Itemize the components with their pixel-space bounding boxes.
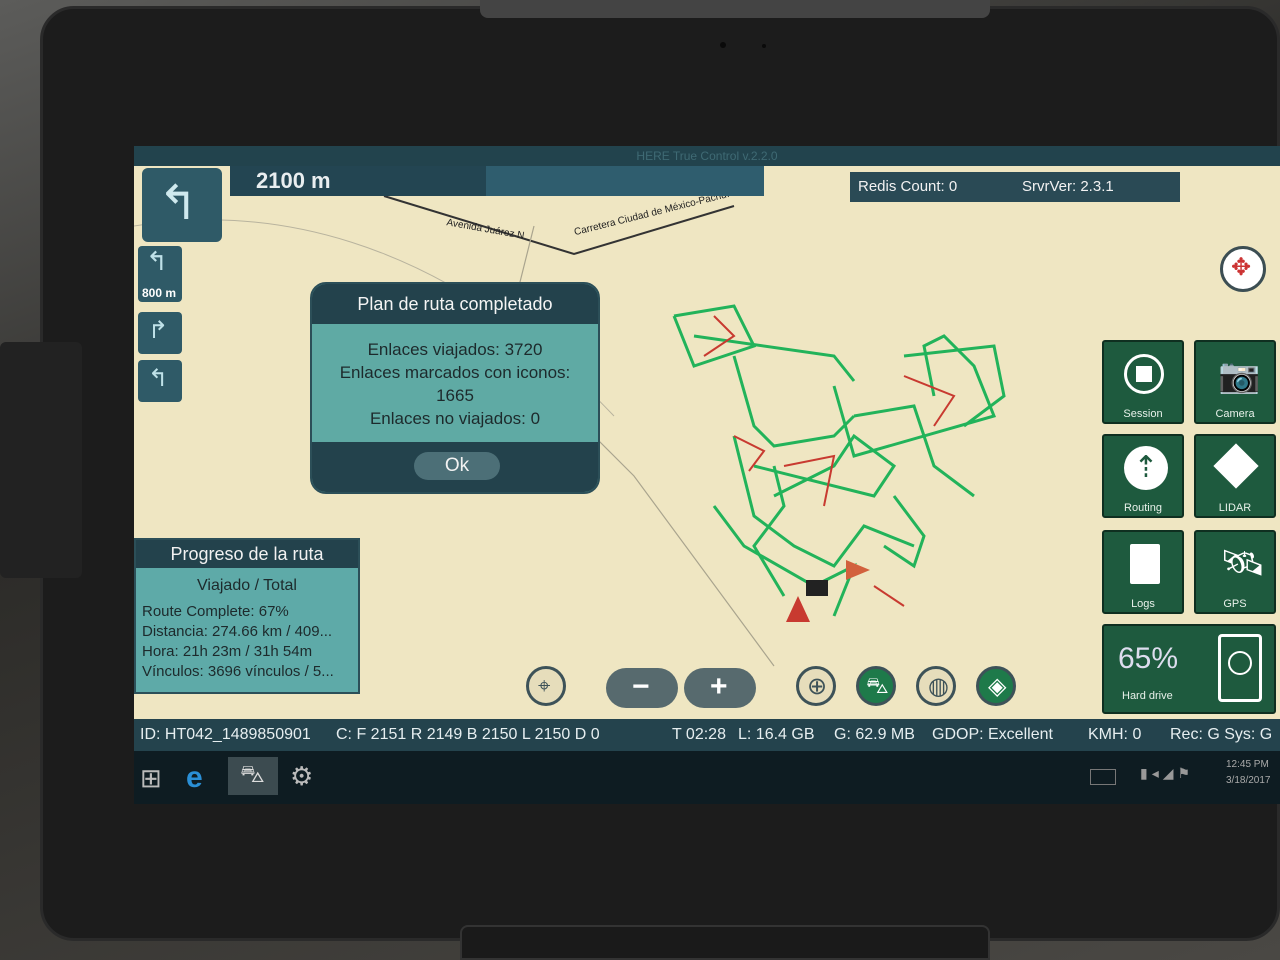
links-text: Vínculos: 3696 vínculos / 5... bbox=[142, 663, 334, 680]
capture-counts: C: F 2151 R 2149 B 2150 L 2150 D 0 bbox=[336, 726, 600, 743]
car-icon: ⛍ bbox=[866, 673, 889, 698]
stop-square-icon bbox=[1136, 366, 1152, 382]
tablet-mount-side-clip bbox=[0, 342, 82, 578]
hard-drive-icon bbox=[1218, 634, 1262, 702]
lidar-icon bbox=[1213, 443, 1259, 489]
globe-view-button[interactable]: ◍ bbox=[916, 666, 956, 706]
camera-tile[interactable]: 📷 Camera bbox=[1194, 340, 1276, 424]
vehicle-position-marker bbox=[846, 560, 870, 580]
route-progress-panel: Progreso de la ruta Viajado / Total Rout… bbox=[134, 538, 360, 694]
dialog-title: Plan de ruta completado bbox=[312, 284, 598, 324]
compass-button[interactable]: ✥ bbox=[1220, 246, 1266, 292]
next-turn-indicator: ↰ bbox=[142, 168, 222, 242]
hard-drive-label: Hard drive bbox=[1122, 690, 1173, 702]
upcoming-turn-1: ↰ 800 m bbox=[138, 246, 182, 302]
session-icon bbox=[1124, 354, 1164, 394]
location-pin-icon: ⌖ bbox=[538, 673, 551, 698]
status-bar: ID: HT042_1489850901 C: F 2151 R 2149 B … bbox=[134, 719, 1280, 751]
turn-right-arrow-icon: ↱ bbox=[148, 317, 169, 344]
tile-label: Session bbox=[1123, 408, 1163, 420]
gdop-status: GDOP: Excellent bbox=[932, 726, 1053, 743]
car-icon: ⛍ bbox=[240, 761, 265, 788]
map-layer-button[interactable]: ◈ bbox=[976, 666, 1016, 706]
system-tray-icons[interactable]: ▮◂◢⚑ bbox=[1140, 765, 1194, 782]
camera-icon: 📷 bbox=[1218, 357, 1261, 395]
sensor-dot bbox=[762, 44, 766, 48]
progress-title: Progreso de la ruta bbox=[136, 540, 358, 568]
turn-left-arrow-icon: ↰ bbox=[158, 177, 199, 230]
server-version: SrvrVer: 2.3.1 bbox=[1022, 178, 1114, 195]
distance-text: Distancia: 274.66 km / 409... bbox=[142, 623, 333, 640]
tile-label: Logs bbox=[1131, 598, 1155, 610]
tile-label: GPS bbox=[1223, 598, 1247, 610]
dialog-line: Enlaces marcados con iconos: bbox=[339, 363, 571, 382]
gps-storage: G: 62.9 MB bbox=[834, 726, 915, 743]
route-complete-text: Route Complete: 67% bbox=[142, 603, 289, 620]
redis-count: Redis Count: 0 bbox=[858, 178, 958, 195]
location-pin-button[interactable]: ⌖ bbox=[526, 666, 566, 706]
elapsed-time: T 02:28 bbox=[672, 726, 726, 743]
distance-banner: 2100 m bbox=[230, 166, 486, 196]
tablet-mount-top-clip bbox=[480, 0, 990, 18]
front-camera bbox=[720, 42, 726, 48]
tablet-screen: HERE True Control v.2.2.0 ✕ bbox=[134, 146, 1280, 804]
keyboard-icon[interactable] bbox=[1090, 769, 1116, 785]
internet-explorer-icon[interactable]: e bbox=[186, 761, 203, 795]
clock-time: 12:45 PM bbox=[1226, 759, 1269, 770]
turn-distance: 800 m bbox=[142, 286, 177, 300]
routing-tile[interactable]: ⇡ Routing bbox=[1102, 434, 1184, 518]
rec-sys-status: Rec: G Sys: G bbox=[1170, 726, 1273, 743]
lidar-storage: L: 16.4 GB bbox=[738, 726, 815, 743]
progress-subtitle: Viajado / Total bbox=[197, 577, 297, 594]
finish-flag-marker bbox=[806, 580, 828, 596]
layers-icon: ◈ bbox=[988, 673, 1007, 700]
route-traveled-lines bbox=[672, 304, 1006, 617]
zoom-in-button[interactable]: + bbox=[684, 668, 756, 708]
time-text: Hora: 21h 23m / 31h 54m bbox=[142, 643, 313, 660]
follow-vehicle-button[interactable]: ⛍ bbox=[856, 666, 896, 706]
start-flag-marker bbox=[786, 596, 810, 622]
settings-gear-icon[interactable]: ⚙ bbox=[290, 761, 313, 792]
globe-icon: ◍ bbox=[928, 673, 949, 700]
turn-left-arrow-icon: ↰ bbox=[146, 246, 168, 276]
tile-label: LIDAR bbox=[1218, 502, 1252, 514]
tablet-mount-bottom-clip bbox=[460, 925, 990, 960]
clock-date: 3/18/2017 bbox=[1226, 775, 1271, 786]
crosshair-icon: ⊕ bbox=[807, 673, 828, 700]
dialog-line: 1665 bbox=[436, 386, 474, 405]
windows-start-icon[interactable]: ⊞ bbox=[140, 763, 162, 794]
compass-icon: ✥ bbox=[1231, 254, 1252, 281]
disk-platter-icon bbox=[1228, 651, 1252, 675]
speed-kmh: KMH: 0 bbox=[1088, 726, 1142, 743]
turn-left-arrow-icon: ↰ bbox=[148, 365, 169, 392]
ok-button[interactable]: Ok bbox=[414, 452, 500, 480]
upcoming-turn-3: ↰ bbox=[138, 360, 182, 402]
dialog-line: Enlaces no viajados: 0 bbox=[369, 409, 541, 428]
session-id: ID: HT042_1489850901 bbox=[140, 726, 311, 743]
hard-drive-tile[interactable]: 65% Hard drive bbox=[1102, 624, 1276, 714]
gps-tile[interactable]: 🛰 GPS bbox=[1194, 530, 1276, 614]
session-tile[interactable]: Session bbox=[1102, 340, 1184, 424]
logs-tile[interactable]: Logs bbox=[1102, 530, 1184, 614]
street-name-banner bbox=[486, 166, 764, 196]
dialog-line: Enlaces viajados: 3720 bbox=[367, 340, 543, 359]
minus-icon: − bbox=[632, 670, 650, 703]
upcoming-turn-2: ↱ bbox=[138, 312, 182, 354]
window-title: HERE True Control v.2.2.0 bbox=[134, 146, 1280, 166]
windows-taskbar: ⊞ e ⛍ ⚙ ▮◂◢⚑ 12:45 PM 3/18/2017 bbox=[134, 751, 1280, 804]
logs-file-icon bbox=[1130, 544, 1160, 584]
plus-icon: + bbox=[710, 670, 728, 703]
route-complete-dialog: Plan de ruta completado Enlaces viajados… bbox=[310, 282, 600, 494]
dialog-footer: Ok bbox=[312, 442, 598, 492]
routing-icon: ⇡ bbox=[1124, 446, 1168, 490]
zoom-out-button[interactable]: − bbox=[606, 668, 678, 708]
recenter-button[interactable]: ⊕ bbox=[796, 666, 836, 706]
redis-status-bar: Redis Count: 0 SrvrVer: 2.3.1 bbox=[850, 172, 1180, 202]
tile-label: Routing bbox=[1124, 502, 1162, 514]
hard-drive-percent: 65% bbox=[1118, 642, 1179, 675]
lidar-tile[interactable]: LIDAR bbox=[1194, 434, 1276, 518]
tile-label: Camera bbox=[1215, 408, 1255, 420]
satellite-icon: 🛰 bbox=[1220, 542, 1266, 583]
true-control-app-icon[interactable]: ⛍ bbox=[228, 757, 278, 795]
